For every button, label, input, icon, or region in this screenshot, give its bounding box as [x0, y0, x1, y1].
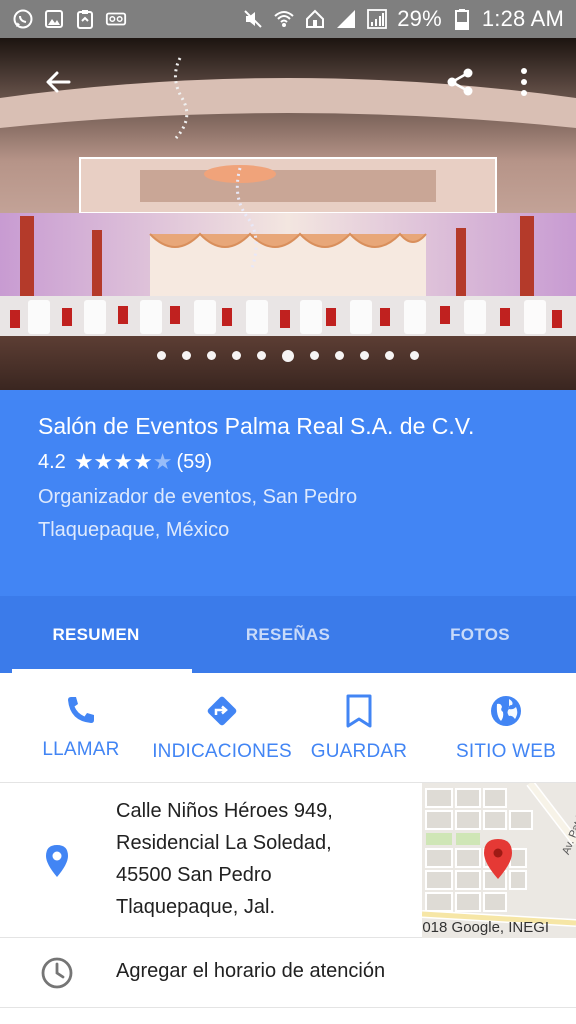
location-pin-icon — [40, 841, 74, 881]
call-button[interactable]: LLAMAR — [0, 673, 162, 782]
carousel-dot — [232, 351, 241, 360]
star-icon: ★ — [73, 449, 94, 474]
star-icon: ★ — [93, 449, 114, 474]
review-count: (59) — [176, 451, 213, 473]
signal-bars-icon — [366, 8, 388, 30]
place-header: Salón de Eventos Palma Real S.A. de C.V.… — [0, 390, 576, 596]
carousel-dot — [207, 351, 216, 360]
banquet-hall-photo — [0, 38, 576, 390]
more-options-button[interactable] — [500, 58, 548, 106]
tab-resenas[interactable]: RESEÑAS — [192, 596, 384, 673]
carousel-dot — [310, 351, 319, 360]
rating-stars: ★ ★ ★ ★ ★ — [74, 451, 173, 473]
carousel-dot — [335, 351, 344, 360]
address-row[interactable]: Calle Niños Héroes 949, Residencial La S… — [0, 783, 576, 938]
carousel-dot — [410, 351, 419, 360]
add-hours-row[interactable]: Agregar el horario de atención — [0, 938, 576, 1008]
call-label: LLAMAR — [42, 739, 120, 760]
place-title: Salón de Eventos Palma Real S.A. de C.V. — [38, 413, 475, 439]
battery-percent: 29% — [397, 6, 442, 31]
back-button[interactable] — [34, 58, 82, 106]
directions-icon — [207, 696, 237, 726]
carousel-dot — [157, 351, 166, 360]
gallery-icon — [43, 8, 65, 30]
place-photo-carousel[interactable] — [0, 38, 576, 390]
directions-label: INDICACIONES — [152, 741, 292, 762]
phone-icon — [68, 697, 94, 723]
address-line-3: 45500 San Pedro — [116, 864, 272, 886]
map-image: Av. Patria — [422, 783, 576, 938]
address-line-1: Calle Niños Héroes 949, — [116, 800, 333, 822]
star-icon: ★ — [113, 449, 134, 474]
address-text: Calle Niños Héroes 949, Residencial La S… — [116, 795, 416, 923]
wifi-icon — [273, 8, 295, 30]
carousel-dot — [385, 351, 394, 360]
address-line-2: Residencial La Soledad, — [116, 832, 332, 854]
directions-button[interactable]: INDICACIONES — [152, 673, 292, 782]
bookmark-icon — [346, 694, 372, 728]
share-button[interactable] — [436, 58, 484, 106]
system-icons: 29% 1:28 AM — [242, 6, 564, 32]
rating-value: 4.2 — [38, 451, 66, 473]
share-icon — [447, 68, 473, 96]
clock-time: 1:28 AM — [481, 6, 564, 31]
battery-icon — [451, 8, 473, 30]
tab-resumen[interactable]: RESUMEN — [0, 596, 192, 673]
notification-icons — [12, 8, 127, 30]
tab-fotos[interactable]: FOTOS — [384, 596, 576, 673]
action-bar: LLAMAR INDICACIONES GUARDAR SITIO WEB — [0, 673, 576, 783]
star-icon: ★ — [152, 449, 173, 474]
star-icon: ★ — [133, 449, 153, 474]
whatsapp-icon — [12, 8, 34, 30]
carousel-indicator — [0, 349, 576, 362]
add-hours-label: Agregar el horario de atención — [116, 960, 386, 982]
place-category: Organizador de eventos, San Pedro Tlaque… — [38, 486, 358, 541]
clock-icon — [41, 957, 73, 989]
voicemail-icon — [105, 8, 127, 30]
website-label: SITIO WEB — [456, 741, 556, 762]
map-thumbnail[interactable]: Av. Patria 2018 Google, INEGI — [422, 783, 576, 938]
save-label: GUARDAR — [310, 741, 408, 762]
arrow-back-icon — [46, 71, 71, 93]
save-button[interactable]: GUARDAR — [282, 673, 436, 782]
carousel-dot — [360, 351, 369, 360]
clipboard-icon — [74, 8, 96, 30]
carousel-dot — [257, 351, 266, 360]
address-line-4: Tlaquepaque, Jal. — [116, 896, 276, 918]
carousel-dot — [182, 351, 191, 360]
website-button[interactable]: SITIO WEB — [436, 673, 576, 782]
carousel-dot — [282, 349, 294, 362]
rating-row[interactable]: 4.2 ★ ★ ★ ★ ★ (59) — [38, 447, 538, 477]
more-vert-icon — [521, 68, 527, 96]
signal-icon — [335, 8, 357, 30]
map-attribution: 2018 Google, INEGI — [422, 919, 550, 936]
status-bar: 29% 1:28 AM — [0, 0, 576, 38]
tab-bar: RESUMEN RESEÑAS FOTOS — [0, 596, 576, 673]
home-icon — [304, 8, 326, 30]
mute-icon — [242, 8, 264, 30]
globe-icon — [491, 696, 521, 726]
